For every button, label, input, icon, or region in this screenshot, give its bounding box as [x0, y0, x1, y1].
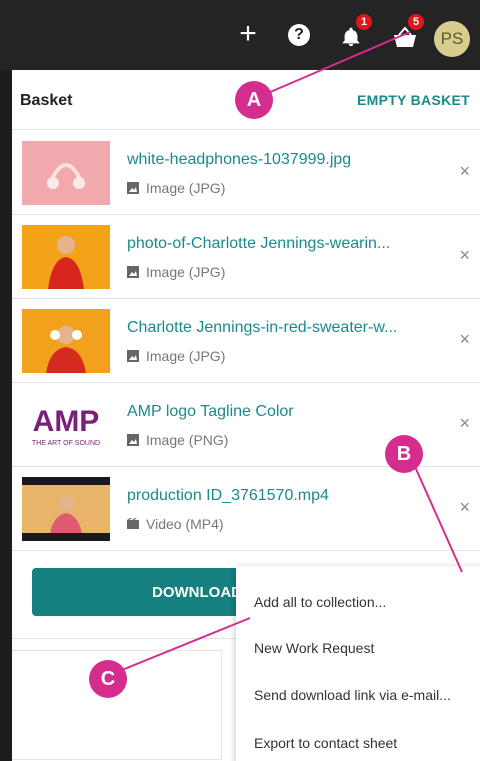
basket-item: Charlotte Jennings-in-red-sweater-w... I… [12, 299, 480, 383]
question-mark-icon[interactable]: ? [288, 24, 310, 46]
basket-item: production ID_3761570.mp4 Video (MP4) × [12, 467, 480, 551]
close-icon[interactable]: × [459, 161, 470, 182]
menu-item-add-to-collection[interactable]: Add all to collection... [254, 594, 386, 610]
item-type: Video (MP4) [127, 516, 224, 532]
item-name[interactable]: AMP logo Tagline Color [127, 403, 294, 421]
item-type-label: Image (JPG) [146, 348, 226, 364]
item-type-label: Image (JPG) [146, 180, 226, 196]
image-icon [127, 434, 139, 446]
amp-logo-text: AMP [33, 405, 100, 438]
callout-b: B [385, 435, 423, 473]
basket-count-badge: 5 [408, 14, 424, 30]
item-type-label: Image (PNG) [146, 432, 229, 448]
image-icon [127, 182, 139, 194]
item-type: Image (JPG) [127, 348, 225, 364]
empty-basket-button[interactable]: EMPTY BASKET [357, 92, 470, 108]
bell-icon[interactable] [340, 26, 362, 48]
thumbnail-photo-person [22, 309, 110, 373]
item-type: Image (JPG) [127, 180, 225, 196]
basket-item: photo-of-Charlotte Jennings-wearin... Im… [12, 215, 480, 299]
window-frame-left [0, 0, 12, 761]
callout-a: A [235, 81, 273, 119]
basket-item: white-headphones-1037999.jpg Image (JPG)… [12, 131, 480, 215]
avatar[interactable]: PS [434, 21, 470, 57]
callout-c: C [89, 660, 127, 698]
close-icon[interactable]: × [459, 413, 470, 434]
item-type: Image (PNG) [127, 432, 228, 448]
item-name[interactable]: Charlotte Jennings-in-red-sweater-w... [127, 319, 397, 337]
top-bar: + ? 1 5 PS [0, 0, 480, 70]
notification-count-badge: 1 [356, 14, 372, 30]
close-icon[interactable]: × [459, 497, 470, 518]
item-type-label: Image (JPG) [146, 264, 226, 280]
menu-item-send-download-link[interactable]: Send download link via e-mail... [254, 687, 451, 703]
close-icon[interactable]: × [459, 329, 470, 350]
menu-item-new-work-request[interactable]: New Work Request [254, 640, 374, 656]
video-icon [127, 518, 139, 529]
item-name[interactable]: production ID_3761570.mp4 [127, 487, 329, 505]
item-type-label: Video (MP4) [146, 516, 224, 532]
item-type: Image (JPG) [127, 264, 225, 280]
thumbnail-amp-logo: AMP THE ART OF SOUND [22, 393, 110, 457]
thumbnail-headphones [22, 141, 110, 205]
basket-actions-menu: Add all to collection... New Work Reques… [236, 566, 480, 761]
thumbnail-photo-person [22, 225, 110, 289]
image-icon [127, 266, 139, 278]
close-icon[interactable]: × [459, 245, 470, 266]
item-name[interactable]: photo-of-Charlotte Jennings-wearin... [127, 235, 390, 253]
menu-item-export-contact-sheet[interactable]: Export to contact sheet [254, 735, 397, 751]
item-name[interactable]: white-headphones-1037999.jpg [127, 151, 351, 169]
thumbnail-video [22, 477, 110, 541]
basket-title: Basket [20, 92, 73, 109]
image-icon [127, 350, 139, 362]
plus-icon[interactable]: + [236, 19, 260, 49]
amp-logo-tagline: THE ART OF SOUND [32, 440, 100, 447]
